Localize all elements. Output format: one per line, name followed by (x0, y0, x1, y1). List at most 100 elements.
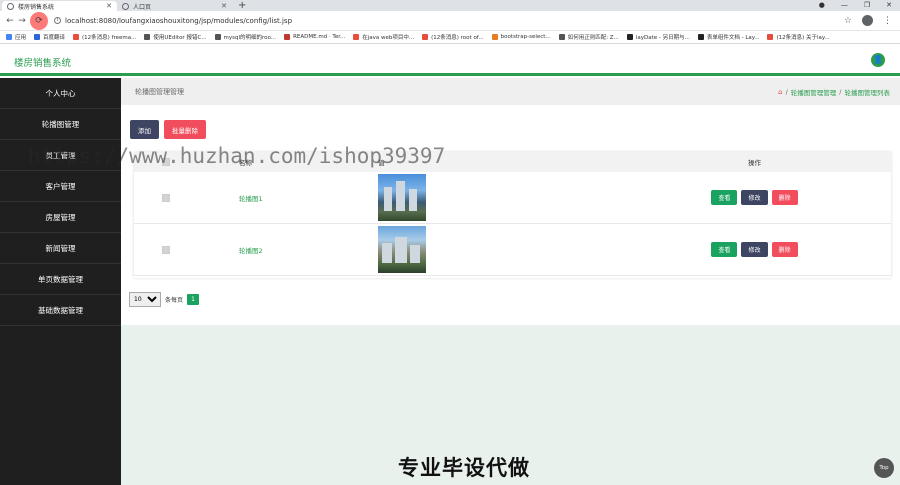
edit-button[interactable]: 修改 (741, 242, 768, 257)
close-tab-icon[interactable]: ✕ (221, 2, 227, 10)
toolbar: 添加 批量删除 (130, 120, 206, 139)
bookmark-item[interactable]: 百度翻译 (34, 33, 65, 41)
bookmark-icon (491, 34, 498, 40)
bookmark-item[interactable]: README.md · Ter... (284, 34, 345, 40)
profile-avatar-icon[interactable] (862, 15, 873, 26)
bookmark-label: README.md · Ter... (293, 34, 346, 40)
sidebar-item-news[interactable]: 新闻管理 (0, 233, 121, 264)
row-checkbox[interactable] (162, 193, 170, 202)
add-button[interactable]: 添加 (130, 120, 159, 139)
back-to-top-button[interactable]: Top (874, 458, 894, 478)
bookmark-icon (214, 34, 221, 40)
bookmark-item[interactable]: 表单组件文档 - Lay... (697, 33, 760, 41)
breadcrumb-separator: / (839, 87, 842, 96)
batch-delete-button[interactable]: 批量删除 (164, 120, 206, 139)
page-size-select[interactable]: 10 (129, 292, 161, 307)
forward-arrow-icon[interactable]: → (16, 16, 28, 26)
bookmark-label: 百度翻译 (43, 35, 66, 41)
row-actions: 查看 修改 删除 (438, 190, 891, 205)
sidebar-item-label: 单页数据管理 (38, 274, 83, 284)
record-icon[interactable]: ● (819, 0, 825, 11)
table-row: 轮播图1 查看 修改 删除 (134, 172, 891, 224)
window-controls: ● — ❐ ✕ (819, 0, 892, 11)
row-checkbox[interactable] (162, 245, 170, 254)
close-tab-icon[interactable]: ✕ (106, 2, 112, 10)
sidebar-item-houses[interactable]: 房屋管理 (0, 202, 121, 233)
more-menu-icon[interactable]: ⋮ (883, 16, 892, 26)
sidebar-item-customers[interactable]: 客户管理 (0, 171, 121, 202)
bookmark-item[interactable]: mysql的明细的roo... (214, 33, 277, 41)
bookmark-label: 表单组件文档 - Lay... (706, 35, 760, 41)
home-icon[interactable]: ⌂ (778, 88, 782, 96)
row-image-cell (378, 174, 438, 221)
header-ops: 操作 (748, 159, 761, 167)
address-bar-actions: ☆ ⋮ (844, 15, 892, 26)
bookmark-icon (144, 34, 151, 40)
url-field[interactable]: i localhost:8080/loufangxiaoshouxitong/j… (54, 17, 292, 25)
bookmark-icon (353, 34, 360, 40)
bookmark-item[interactable]: bootstrap-select... (491, 34, 551, 40)
globe-icon (7, 2, 14, 10)
edit-button[interactable]: 修改 (741, 190, 768, 205)
browser-tab[interactable]: 人口页 ✕ (117, 1, 232, 11)
promo-banner-text: 专业毕设代做 (398, 456, 530, 480)
bookmark-item[interactable]: (12条消息) 关于lay... (767, 33, 830, 41)
info-icon[interactable]: i (54, 17, 61, 24)
sidebar-item-profile[interactable]: 个人中心 (0, 78, 121, 109)
address-bar: ← → ⟳ i localhost:8080/loufangxiaoshouxi… (0, 11, 900, 31)
bookmark-icon (73, 34, 80, 40)
maximize-button[interactable]: ❐ (864, 0, 870, 11)
sidebar: 个人中心 轮播图管理 员工管理 客户管理 房屋管理 新闻管理 单页数据管理 基础… (0, 78, 121, 485)
bookmark-item[interactable]: 在java web项目中... (353, 33, 414, 41)
bookmark-label: (12条消息) root of... (431, 35, 484, 41)
sidebar-item-label: 个人中心 (45, 88, 76, 98)
view-button[interactable]: 查看 (711, 190, 738, 205)
sidebar-item-label: 基础数据管理 (38, 305, 83, 315)
user-icon[interactable]: 👤 (871, 53, 885, 67)
row-name: 轮播图2 (239, 246, 263, 255)
bookmark-icon (34, 34, 41, 40)
bookmark-icon (626, 34, 633, 40)
back-arrow-icon[interactable]: ← (4, 16, 16, 26)
sidebar-item-carousel[interactable]: 轮播图管理 (0, 109, 121, 140)
pagination: 10 条每页 1 (129, 292, 200, 307)
bookmark-label: mysql的明细的roo... (223, 35, 277, 41)
bookmark-item[interactable]: 如何用正则匹配: Z... (558, 33, 619, 41)
sidebar-item-base-data[interactable]: 基础数据管理 (0, 295, 121, 326)
new-tab-button[interactable]: + (238, 1, 246, 11)
row-checkbox-cell (134, 245, 198, 254)
sidebar-item-label: 客户管理 (45, 181, 76, 191)
bookmark-item[interactable]: 应用 (6, 33, 26, 41)
bookmark-item[interactable]: (12条消息) freema... (73, 33, 136, 41)
delete-button[interactable]: 删除 (771, 242, 798, 257)
bookmark-icon (767, 34, 774, 40)
bookmark-item[interactable]: (12条消息) root of... (422, 33, 484, 41)
bookmark-label: layDate - 另日期与... (635, 35, 690, 41)
page-title: 轮播图管理管理 (135, 87, 184, 96)
browser-tab-label: 人口页 (133, 3, 152, 11)
reload-icon[interactable]: ⟳ (30, 11, 48, 30)
bookmark-icon (697, 34, 704, 40)
delete-button[interactable]: 删除 (771, 190, 798, 205)
browser-tab-label: 楼房销售系统 (18, 3, 55, 11)
row-actions: 查看 修改 删除 (438, 242, 891, 257)
page-number-current[interactable]: 1 (187, 294, 200, 305)
table-row: 轮播图2 查看 修改 删除 (134, 224, 891, 276)
breadcrumb: ⌂ / 轮播图管理管理 / 轮播图管理列表 (778, 87, 890, 97)
sidebar-item-single-page[interactable]: 单页数据管理 (0, 264, 121, 295)
sidebar-item-label: 新闻管理 (45, 243, 76, 253)
carousel-thumbnail (378, 226, 426, 273)
star-icon[interactable]: ☆ (844, 16, 852, 26)
main-content: 轮播图管理管理 ⌂ / 轮播图管理管理 / 轮播图管理列表 添加 批量删除 名称… (121, 78, 900, 485)
bookmark-label: (12条消息) 关于lay... (776, 35, 830, 41)
bookmark-item[interactable]: layDate - 另日期与... (626, 33, 690, 41)
carousel-thumbnail (378, 174, 426, 221)
bookmark-item[interactable]: 使用UEditor 报错C... (144, 33, 207, 41)
view-button[interactable]: 查看 (711, 242, 738, 257)
minimize-button[interactable]: — (841, 0, 848, 11)
browser-tab-active[interactable]: 楼房销售系统 ✕ (2, 1, 117, 11)
data-table: 名称 值 操作 轮播图1 查看 修改 删除 轮播图2 查看 修改 删除 (134, 152, 891, 278)
close-window-button[interactable]: ✕ (886, 0, 892, 11)
breadcrumb-item[interactable]: 轮播图管理管理 (791, 87, 837, 97)
bookmark-label: bootstrap-select... (500, 34, 551, 40)
